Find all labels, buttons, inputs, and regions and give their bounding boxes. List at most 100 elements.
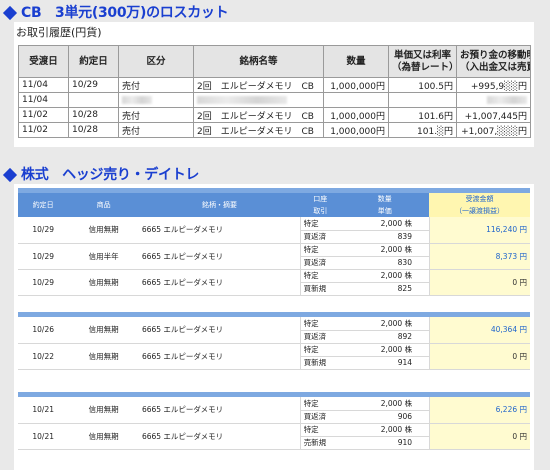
stock-spacer bbox=[340, 243, 367, 257]
cb-cell-qty: 1,000,000円 bbox=[323, 122, 389, 138]
stock-spacer bbox=[415, 317, 430, 331]
cb-table-row: 11/02 10/28 売付 2回 エルピーダメモリ CB 1,000,000円 101.… bbox=[18, 122, 531, 138]
cb-cell-trade: 10/28 bbox=[68, 122, 119, 138]
cb-column-header: 銘柄名等 bbox=[193, 45, 324, 78]
stock-header-date: 約定日 bbox=[18, 193, 69, 217]
cb-cell-settle: 11/02 bbox=[18, 122, 69, 138]
stock-quantity: 2,000 株 bbox=[366, 423, 416, 437]
stock-header-qty: 数量 bbox=[340, 193, 430, 205]
stock-spacer bbox=[414, 269, 430, 283]
stock-entry-row: 10/29 信用無期 6665 エルピーダメモリ 特定 2,000 株 0 円 bbox=[18, 269, 530, 296]
stock-product: 信用無期 bbox=[68, 423, 139, 450]
stock-spacer bbox=[415, 356, 430, 370]
stock-account: 特定 bbox=[299, 343, 341, 357]
stock-header-pl-sub: （一譲渡損益） bbox=[429, 205, 530, 217]
cb-column-header: 区分 bbox=[118, 45, 194, 78]
cb-cell-qty bbox=[323, 92, 389, 108]
cb-cell-type: 売付 bbox=[118, 122, 194, 138]
stock-quantity: 2,000 株 bbox=[366, 317, 416, 331]
stock-spacer bbox=[415, 436, 430, 450]
stock-spacer bbox=[340, 256, 367, 270]
stock-spacer bbox=[340, 317, 367, 331]
cb-table-row: 11/04 bbox=[18, 92, 531, 108]
stock-spacer bbox=[414, 256, 430, 270]
stock-price: 906 bbox=[366, 410, 416, 424]
stock-spacer bbox=[340, 423, 367, 437]
stock-date: 10/26 bbox=[18, 317, 69, 344]
stock-product: 信用無期 bbox=[68, 397, 139, 424]
stock-entry-row: 10/22 信用無期 6665 エルピーダメモリ 特定 2,000 株 0 円 bbox=[18, 343, 530, 370]
redacted-blur bbox=[122, 95, 152, 104]
stock-name: 6665 エルピーダメモリ bbox=[138, 317, 301, 344]
stock-entry-row: 10/21 信用無期 6665 エルピーダメモリ 特定 2,000 株 6,226 円 bbox=[18, 397, 530, 424]
stock-price: 914 bbox=[366, 356, 416, 370]
redacted-blur bbox=[487, 95, 527, 104]
cb-column-header: 数量 bbox=[323, 45, 389, 78]
cb-cell-name: 2回 エルピーダメモリ CB bbox=[193, 107, 324, 123]
cb-transaction-panel: お取引履歴(円貨) 受渡日 約定日 区分 銘柄名等 数量 単価又は利率 （為替レート） お預り… bbox=[14, 22, 534, 147]
stock-quantity: 2,000 株 bbox=[366, 397, 416, 411]
cb-cell-name: 2回 エルピーダメモリ CB bbox=[193, 122, 324, 138]
cb-cell-price: 100.5円 bbox=[388, 77, 457, 93]
stock-date: 10/29 bbox=[18, 243, 69, 270]
cb-heading-text: CB 3単元(300万)のロスカット bbox=[21, 5, 229, 21]
stock-profit-loss: 8,373 円 bbox=[428, 243, 530, 270]
stock-date: 10/29 bbox=[18, 217, 69, 244]
cb-cell-settle: 11/04 bbox=[18, 92, 69, 108]
stock-header-name: 銘柄・摘要 bbox=[138, 193, 301, 217]
stock-quantity: 2,000 株 bbox=[366, 217, 415, 231]
cb-cell-type: 売付 bbox=[118, 107, 194, 123]
stock-spacer bbox=[414, 230, 430, 244]
stock-spacer bbox=[340, 397, 367, 411]
stock-account: 特定 bbox=[299, 217, 341, 231]
stock-product: 信用無期 bbox=[68, 317, 139, 344]
cb-cell-trade: 10/28 bbox=[68, 107, 119, 123]
stock-spacer bbox=[340, 410, 367, 424]
stock-heading-text: 株式 ヘッジ売り・デイトレ bbox=[21, 167, 200, 183]
stock-spacer bbox=[340, 343, 367, 357]
stock-product: 信用無期 bbox=[68, 343, 139, 370]
diamond-bullet-icon bbox=[2, 167, 18, 182]
cb-column-header: お預り金の移動明細（入出金又は売買代金等） bbox=[456, 45, 531, 78]
cb-cell-trade: 10/29 bbox=[68, 77, 119, 93]
stock-side: 買新規 bbox=[299, 356, 341, 370]
stock-spacer bbox=[415, 397, 430, 411]
stock-name: 6665 エルピーダメモリ bbox=[138, 217, 301, 244]
stock-entry-row: 10/29 信用無期 6665 エルピーダメモリ 特定 2,000 株 116,240 円 bbox=[18, 217, 530, 244]
stock-date: 10/21 bbox=[18, 423, 69, 450]
cb-cell-price: 101.░円 bbox=[388, 122, 457, 138]
stock-name: 6665 エルピーダメモリ bbox=[138, 243, 301, 270]
stock-entry-row: 10/26 信用無期 6665 エルピーダメモリ 特定 2,000 株 40,364 円 bbox=[18, 317, 530, 344]
stock-quantity: 2,000 株 bbox=[366, 243, 415, 257]
stock-header-pl: 受渡金額 bbox=[429, 193, 530, 205]
stock-date: 10/29 bbox=[18, 269, 69, 296]
stock-header-price: 単価 bbox=[340, 205, 430, 217]
cb-cell-trade bbox=[68, 92, 119, 108]
stock-price: 910 bbox=[366, 436, 416, 450]
stock-side: 買新規 bbox=[299, 282, 341, 296]
stock-spacer bbox=[340, 269, 367, 283]
cb-header-row: 受渡日約定日区分銘柄名等数量単価又は利率（為替レート）お預り金の移動明細（入出金… bbox=[18, 45, 531, 78]
stock-section-heading: 株式 ヘッジ売り・デイトレ bbox=[2, 164, 200, 183]
stock-header-acct-sub: 取引 bbox=[300, 205, 341, 217]
stock-trades-table: 10/21 信用無期 6665 エルピーダメモリ 特定 2,000 株 6,226 円買返… bbox=[18, 397, 530, 450]
stock-spacer bbox=[340, 217, 367, 231]
stock-date: 10/21 bbox=[18, 397, 69, 424]
stock-profit-loss: 116,240 円 bbox=[428, 217, 530, 244]
stock-spacer bbox=[414, 282, 430, 296]
stock-name: 6665 エルピーダメモリ bbox=[138, 269, 301, 296]
cb-section-heading: CB 3単元(300万)のロスカット bbox=[2, 2, 229, 21]
cb-cell-qty: 1,000,000円 bbox=[323, 107, 389, 123]
cb-history-table: 受渡日約定日区分銘柄名等数量単価又は利率（為替レート）お預り金の移動明細（入出金… bbox=[18, 45, 531, 138]
cb-cell-amount: +1,007,445円 bbox=[456, 107, 531, 123]
stock-product: 信用無期 bbox=[68, 217, 139, 244]
stock-price: 825 bbox=[366, 282, 415, 296]
stock-side: 買返済 bbox=[299, 410, 341, 424]
stock-spacer bbox=[340, 330, 367, 344]
stock-name: 6665 エルピーダメモリ bbox=[138, 343, 301, 370]
stock-spacer bbox=[340, 282, 367, 296]
stock-name: 6665 エルピーダメモリ bbox=[138, 423, 301, 450]
cb-cell-price bbox=[388, 92, 457, 108]
stock-side: 買返済 bbox=[299, 256, 341, 270]
stock-product: 信用無期 bbox=[68, 269, 139, 296]
